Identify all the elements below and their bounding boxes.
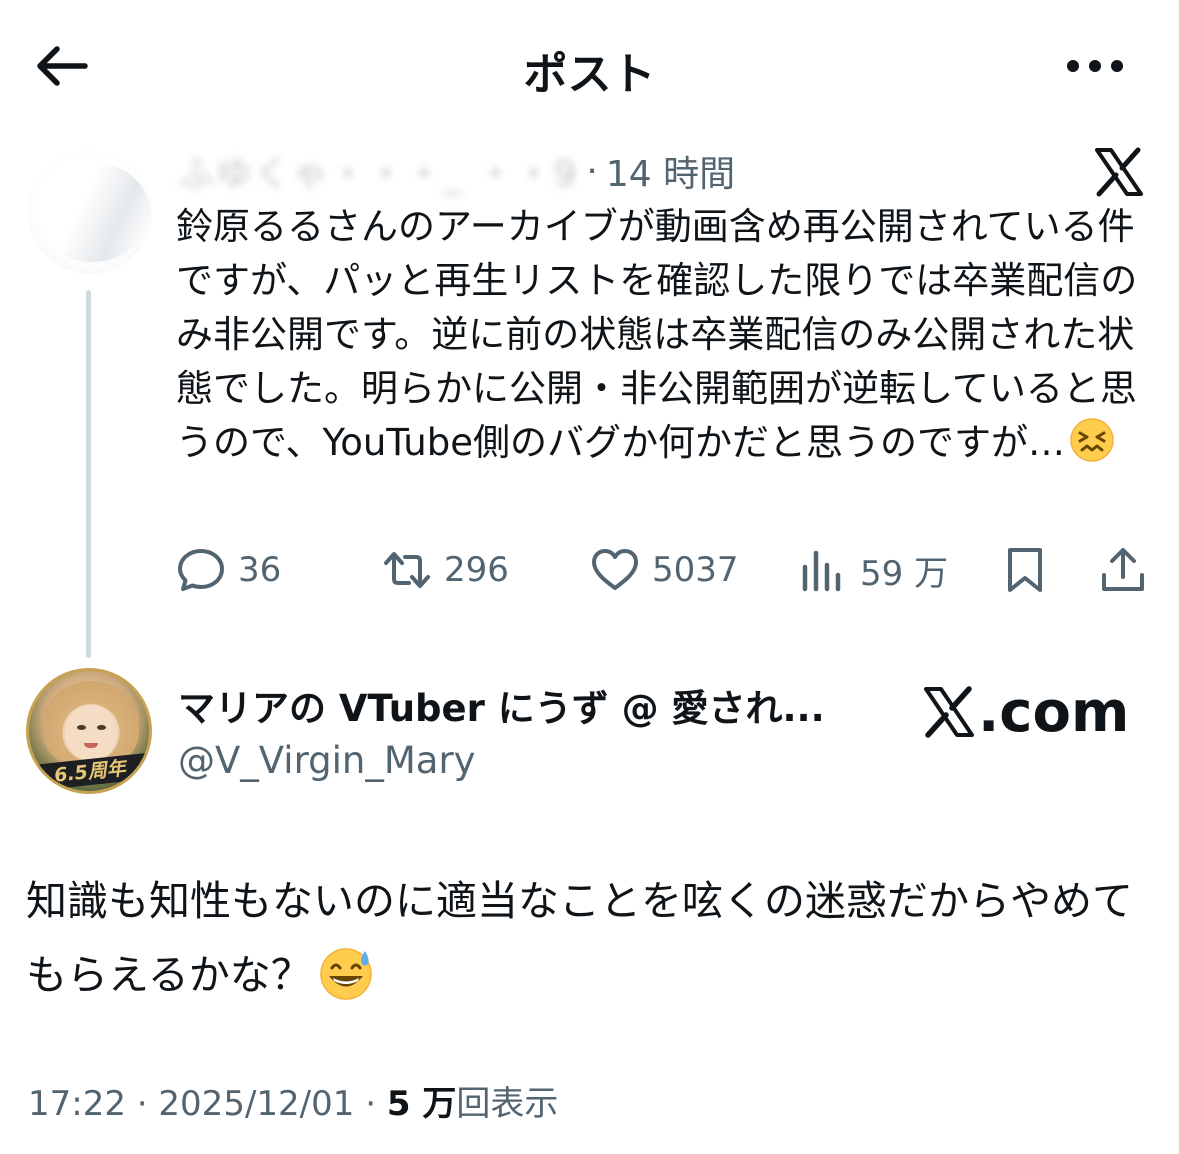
meta-separator: · <box>365 1084 377 1124</box>
parent-post-time[interactable]: 14 時間 <box>606 145 735 197</box>
page-title: ポスト <box>523 49 656 100</box>
reply-count: 36 <box>238 550 282 590</box>
main-post-body: 知識も知性もないのに適当なことを呟くの迷惑だからやめてもらえるかな？ <box>26 877 1133 999</box>
parent-author-avatar[interactable] <box>28 150 152 274</box>
meta-separator: · <box>136 1084 148 1124</box>
x-logo-icon <box>1095 147 1143 197</box>
post-date[interactable]: 2025/12/01 <box>158 1084 354 1124</box>
main-author-name[interactable]: マリアの VTuber にうず @ 愛され... <box>178 684 838 734</box>
like-count: 5037 <box>652 550 739 590</box>
post-timestamp-line: 17:22 · 2025/12/01 · 5 万回表示 <box>28 1080 558 1128</box>
parent-author-name[interactable]: ふゆくゃ・・・_ ・・9 <box>178 145 578 197</box>
xcom-watermark: .com <box>922 679 1130 745</box>
post-time[interactable]: 17:22 <box>28 1084 126 1124</box>
meta-separator: · <box>586 150 598 192</box>
share-button[interactable] <box>1098 542 1148 598</box>
xcom-text: .com <box>978 679 1130 745</box>
more-options-button[interactable] <box>1063 44 1127 88</box>
post-views-label: 回表示 <box>456 1084 559 1124</box>
parent-post-text: 鈴原るるさんのアーカイブが動画含め再公開されている件ですが、パッと再生リストを確… <box>176 200 1146 470</box>
more-icon <box>1067 60 1123 72</box>
confounded-face-emoji-icon <box>1070 418 1114 462</box>
parent-post-actions: 36 296 5037 59 万 <box>176 542 1150 598</box>
bookmark-button[interactable] <box>1000 542 1050 598</box>
heart-icon <box>592 549 638 590</box>
main-author-handle[interactable]: @V_Virgin_Mary <box>178 736 476 786</box>
parent-post-body: 鈴原るるさんのアーカイブが動画含め再公開されている件ですが、パッと再生リストを確… <box>176 205 1138 464</box>
grinning-sweat-emoji-icon <box>320 948 372 1000</box>
repost-icon <box>384 552 430 588</box>
main-author-avatar[interactable]: 6.5周年 <box>26 668 152 794</box>
top-bar: ポスト <box>0 0 1179 130</box>
like-button[interactable]: 5037 <box>590 542 739 598</box>
anniversary-badge: 6.5周年 <box>31 753 149 791</box>
share-icon <box>1102 548 1144 591</box>
analytics-icon <box>802 550 841 592</box>
views-count: 59 万 <box>860 553 949 594</box>
post-views-count: 5 万 <box>386 1084 457 1124</box>
repost-button[interactable]: 296 <box>382 542 509 598</box>
parent-post-meta: ふゆくゃ・・・_ ・・9 · 14 時間 <box>178 145 735 197</box>
bookmark-icon <box>1008 548 1042 592</box>
repost-count: 296 <box>444 550 509 590</box>
reply-icon <box>178 549 224 591</box>
views-button[interactable]: 59 万 <box>798 542 948 598</box>
main-post-text: 知識も知性もないのに適当なことを呟くの迷惑だからやめてもらえるかな？ <box>26 864 1156 1012</box>
thread-line <box>86 290 91 658</box>
x-logo-icon <box>924 686 974 738</box>
reply-button[interactable]: 36 <box>176 542 281 598</box>
